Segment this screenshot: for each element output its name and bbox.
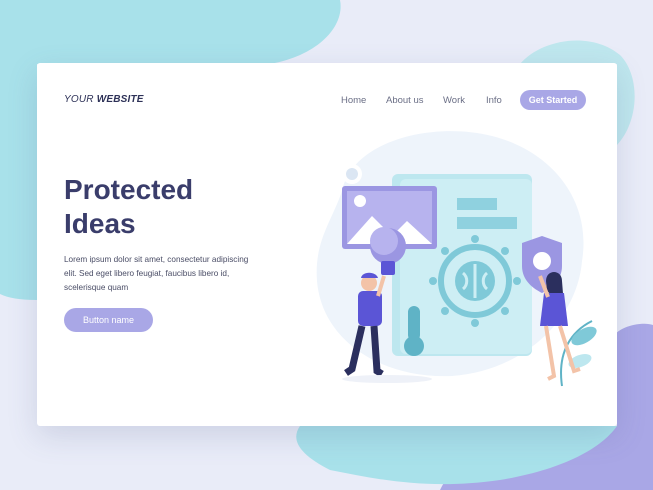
site-logo[interactable]: YOUR WEBSITE: [64, 94, 144, 105]
brain-gear-icon: [429, 235, 521, 327]
nav-info-link[interactable]: Info: [486, 95, 502, 106]
doc-line-1: [457, 198, 497, 210]
hero-description: Lorem ipsum dolor sit amet, consectetur …: [64, 255, 249, 292]
nav-home-link[interactable]: Home: [341, 95, 366, 106]
landing-card: YOUR WEBSITE Home About us Work Info Get…: [37, 63, 617, 426]
ground-shadow: [342, 375, 432, 383]
protected-ideas-illustration: [316, 131, 597, 387]
nav-about-link[interactable]: About us: [386, 95, 424, 106]
hero-button[interactable]: Button name: [64, 308, 153, 332]
get-started-button[interactable]: Get Started: [520, 90, 586, 110]
nav-work-link[interactable]: Work: [443, 95, 465, 106]
doc-line-2: [457, 217, 517, 229]
decor-bubble-inner: [346, 168, 358, 180]
hero-title: Protected Ideas: [64, 174, 194, 239]
